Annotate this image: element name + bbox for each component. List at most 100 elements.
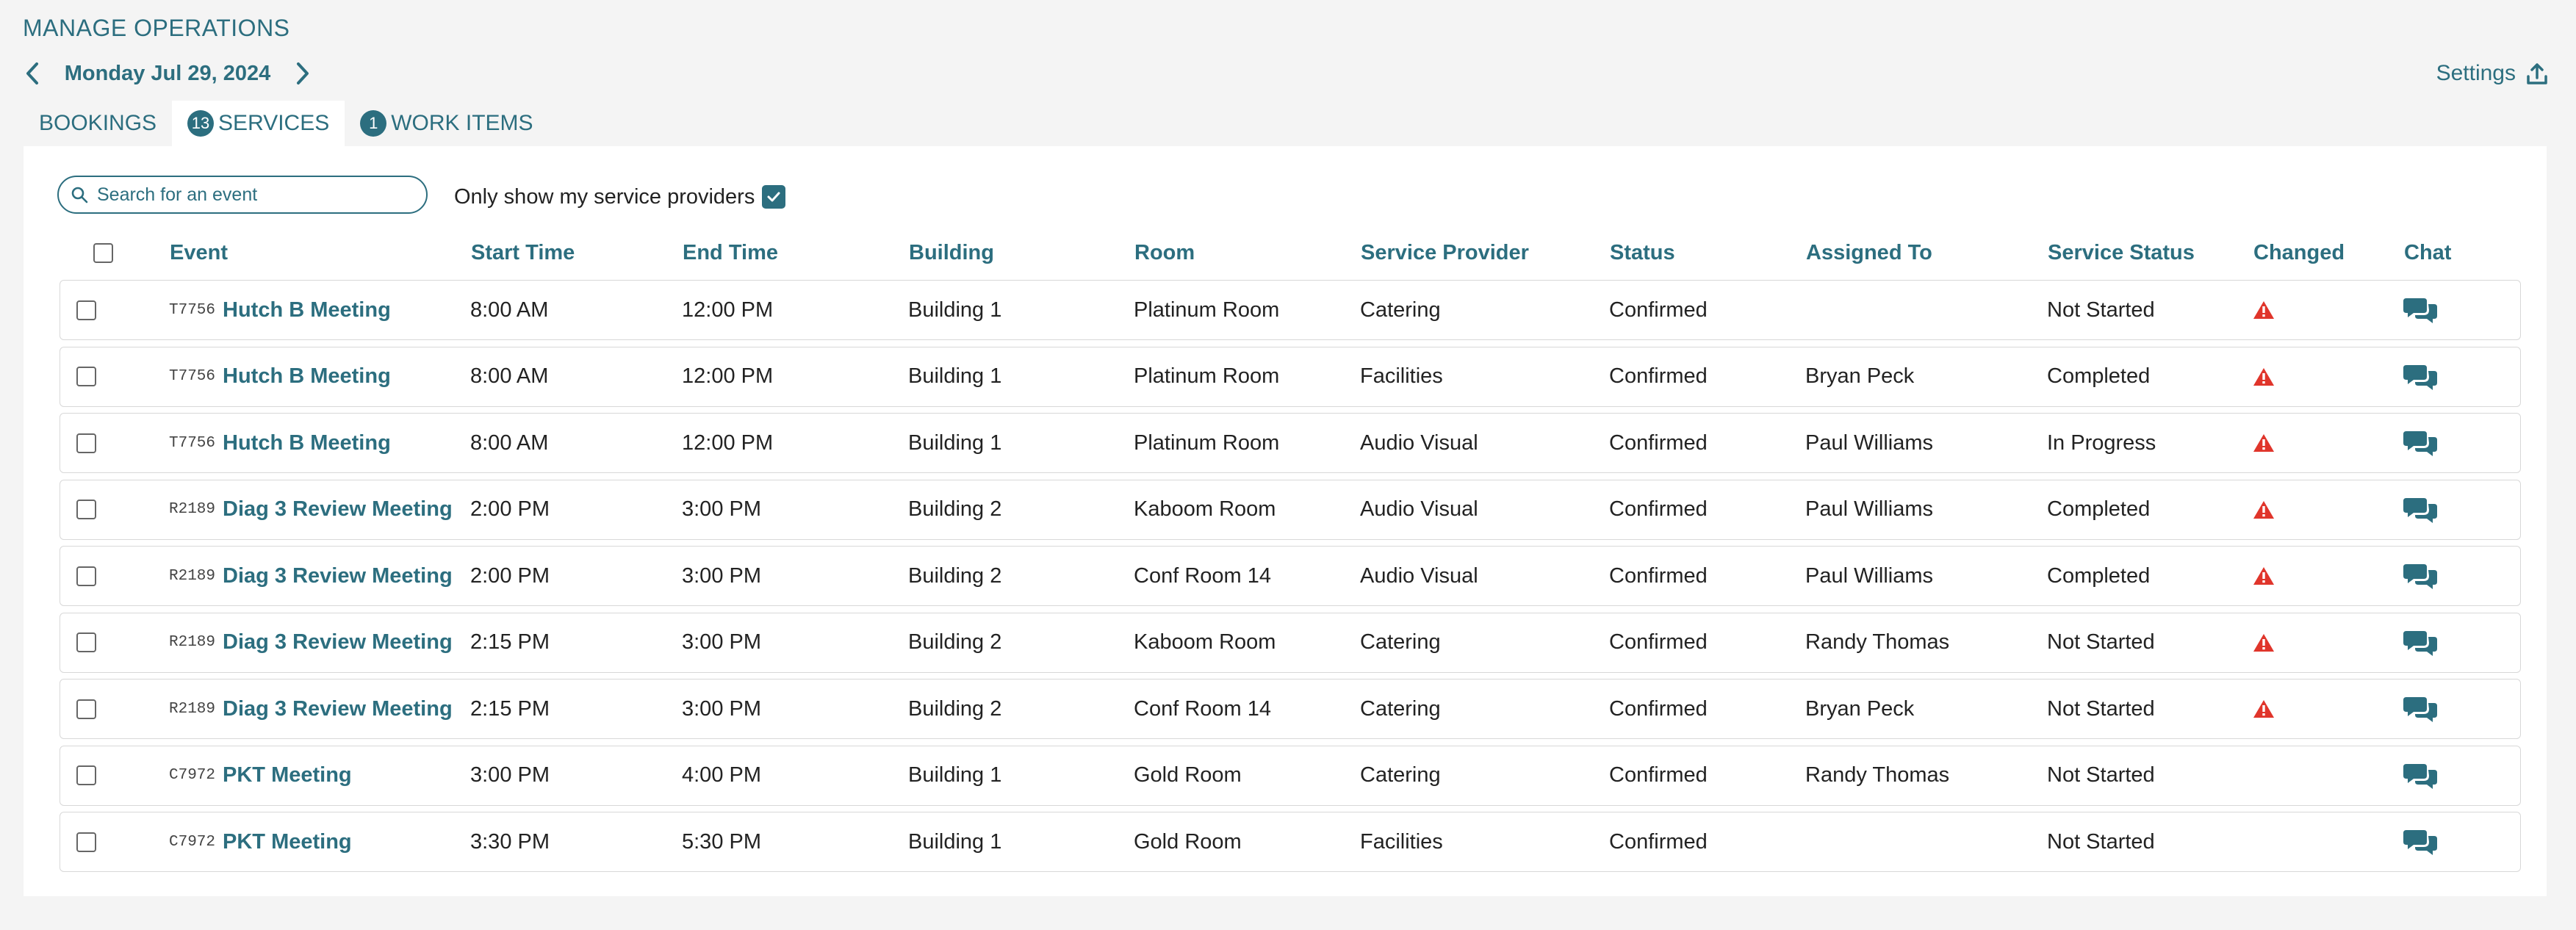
tab-label: WORK ITEMS xyxy=(391,111,533,135)
event-link[interactable]: Diag 3 Review Meeting xyxy=(223,697,453,721)
search-icon xyxy=(71,187,88,203)
row-checkbox[interactable] xyxy=(76,765,96,785)
table-row[interactable]: R2189 Diag 3 Review Meeting 2:15 PM 3:00 PM… xyxy=(60,612,2521,673)
event-link[interactable]: Diag 3 Review Meeting xyxy=(223,630,453,655)
page-title: MANAGE OPERATIONS xyxy=(23,15,290,41)
select-all-checkbox[interactable] xyxy=(93,242,113,263)
event-cell: R2189 Diag 3 Review Meeting xyxy=(169,613,453,672)
service-status-cell: Not Started xyxy=(2047,763,2155,787)
service-provider-cell: Catering xyxy=(1360,630,1441,654)
event-code: T7756 xyxy=(169,434,216,452)
start-time-cell: 8:00 AM xyxy=(470,298,549,322)
start-time-cell: 2:15 PM xyxy=(470,696,550,721)
service-provider-cell: Catering xyxy=(1360,696,1441,721)
chevron-right-icon xyxy=(297,62,309,84)
service-provider-cell: Catering xyxy=(1360,763,1441,787)
event-code: T7756 xyxy=(169,368,216,385)
event-link[interactable]: PKT Meeting xyxy=(223,830,352,854)
row-checkbox[interactable] xyxy=(76,500,96,519)
tab-label: BOOKINGS xyxy=(39,111,157,135)
table-row[interactable]: R2189 Diag 3 Review Meeting 2:00 PM 3:00 PM… xyxy=(60,546,2521,606)
next-day-button[interactable] xyxy=(288,56,317,91)
column-header-service-provider[interactable]: Service Provider xyxy=(1361,234,1529,271)
event-link[interactable]: Hutch B Meeting xyxy=(223,364,391,389)
chat-icon[interactable] xyxy=(2403,746,2439,805)
service-provider-cell: Audio Visual xyxy=(1360,563,1478,588)
chat-icon[interactable] xyxy=(2403,812,2439,871)
row-select-cell xyxy=(76,414,96,472)
event-link[interactable]: Hutch B Meeting xyxy=(223,298,391,322)
column-header-chat[interactable]: Chat xyxy=(2404,234,2451,271)
assigned-to-cell: Bryan Peck xyxy=(1805,696,1915,721)
settings-button[interactable]: Settings xyxy=(2436,57,2548,90)
column-header-event[interactable]: Event xyxy=(170,234,228,271)
table-row[interactable]: T7756 Hutch B Meeting 8:00 AM 12:00 PM Build… xyxy=(60,413,2521,473)
row-select-cell xyxy=(76,480,96,539)
warning-icon xyxy=(2253,480,2275,539)
previous-day-button[interactable] xyxy=(18,56,47,91)
column-header-assigned-to[interactable]: Assigned To xyxy=(1806,234,1932,271)
start-time-cell: 8:00 AM xyxy=(470,364,549,388)
row-checkbox[interactable] xyxy=(76,433,96,453)
row-select-cell xyxy=(76,812,96,871)
column-header-building[interactable]: Building xyxy=(909,234,994,271)
event-cell: T7756 Hutch B Meeting xyxy=(169,281,391,339)
chat-icon[interactable] xyxy=(2403,547,2439,605)
row-select-cell xyxy=(76,680,96,738)
current-date: Monday Jul 29, 2024 xyxy=(64,61,271,85)
row-checkbox[interactable] xyxy=(76,300,96,320)
service-status-cell: Completed xyxy=(2047,497,2151,521)
table-row[interactable]: R2189 Diag 3 Review Meeting 2:15 PM 3:00 PM… xyxy=(60,679,2521,739)
room-cell: Gold Room xyxy=(1134,763,1242,787)
event-code: R2189 xyxy=(169,634,216,651)
chat-icon[interactable] xyxy=(2403,281,2439,339)
event-code: C7972 xyxy=(169,833,216,851)
table-row[interactable]: T7756 Hutch B Meeting 8:00 AM 12:00 PM Build… xyxy=(60,346,2521,407)
status-cell: Confirmed xyxy=(1609,497,1708,521)
chat-icon[interactable] xyxy=(2403,414,2439,472)
column-header-service-status[interactable]: Service Status xyxy=(2048,234,2195,271)
column-header-status[interactable]: Status xyxy=(1610,234,1675,271)
event-link[interactable]: Diag 3 Review Meeting xyxy=(223,564,453,588)
column-header-start-time[interactable]: Start Time xyxy=(471,234,575,271)
row-checkbox[interactable] xyxy=(76,632,96,652)
end-time-cell: 12:00 PM xyxy=(682,364,774,388)
tab-bookings[interactable]: BOOKINGS xyxy=(24,101,172,146)
building-cell: Building 2 xyxy=(908,563,1002,588)
table-row[interactable]: T7756 Hutch B Meeting 8:00 AM 12:00 PM Build… xyxy=(60,280,2521,340)
service-provider-cell: Audio Visual xyxy=(1360,430,1478,455)
column-header-end-time[interactable]: End Time xyxy=(683,234,778,271)
row-checkbox[interactable] xyxy=(76,367,96,386)
start-time-cell: 8:00 AM xyxy=(470,430,549,455)
tab-services[interactable]: 13 SERVICES xyxy=(172,101,345,146)
chat-icon[interactable] xyxy=(2403,613,2439,672)
search-input[interactable] xyxy=(97,184,420,206)
table-row[interactable]: C7972 PKT Meeting 3:00 PM 4:00 PM Building 1… xyxy=(60,745,2521,806)
column-header-room[interactable]: Room xyxy=(1134,234,1195,271)
event-link[interactable]: Diag 3 Review Meeting xyxy=(223,497,453,522)
table-row[interactable]: C7972 PKT Meeting 3:30 PM 5:30 PM Building 1… xyxy=(60,812,2521,872)
search-box[interactable] xyxy=(57,176,428,214)
table-row[interactable]: R2189 Diag 3 Review Meeting 2:00 PM 3:00 PM… xyxy=(60,479,2521,540)
row-checkbox[interactable] xyxy=(76,832,96,852)
room-cell: Platinum Room xyxy=(1134,298,1280,322)
row-checkbox[interactable] xyxy=(76,566,96,586)
event-link[interactable]: PKT Meeting xyxy=(223,763,352,787)
row-checkbox[interactable] xyxy=(76,699,96,719)
service-provider-cell: Facilities xyxy=(1360,829,1443,854)
event-link[interactable]: Hutch B Meeting xyxy=(223,431,391,455)
event-cell: R2189 Diag 3 Review Meeting xyxy=(169,480,453,539)
column-header-changed[interactable]: Changed xyxy=(2253,234,2345,271)
tab-label: SERVICES xyxy=(218,111,330,135)
start-time-cell: 2:00 PM xyxy=(470,497,550,521)
service-provider-cell: Catering xyxy=(1360,298,1441,322)
tab-count-badge: 13 xyxy=(187,110,215,137)
tab-bar: BOOKINGS 13 SERVICES 1 WORK ITEMS xyxy=(24,101,549,146)
service-status-cell: Not Started xyxy=(2047,630,2155,654)
chat-icon[interactable] xyxy=(2403,680,2439,738)
end-time-cell: 3:00 PM xyxy=(682,497,761,521)
only-my-providers-checkbox[interactable] xyxy=(762,185,786,209)
chat-icon[interactable] xyxy=(2403,347,2439,406)
tab-work-items[interactable]: 1 WORK ITEMS xyxy=(345,101,548,146)
chat-icon[interactable] xyxy=(2403,480,2439,539)
